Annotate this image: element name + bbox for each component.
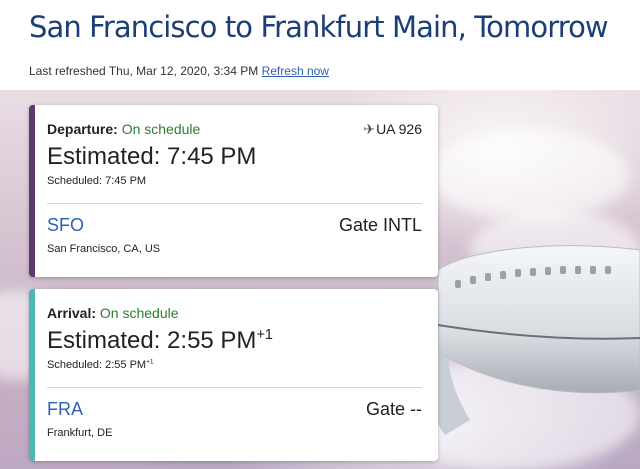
flight-number: ✈UA 926 [363, 121, 422, 138]
airplane-icon: ✈ [363, 121, 376, 137]
departure-city: San Francisco, CA, US [47, 243, 161, 255]
last-refreshed-text: Last refreshed Thu, Mar 12, 2020, 3:34 P… [29, 64, 259, 78]
arrival-estimated-text: Estimated: 2:55 PM [47, 327, 257, 354]
divider [47, 203, 422, 204]
arrival-status: Arrival: On schedule [47, 305, 179, 321]
arrival-city: Frankfurt, DE [47, 427, 113, 439]
arrival-estimated-day-offset: +1 [256, 327, 273, 343]
departure-status: Departure: On schedule [47, 121, 200, 137]
arrival-scheduled-text: Scheduled: 2:55 PM [47, 359, 147, 371]
arrival-status-value: On schedule [99, 305, 179, 321]
arrival-estimated: Estimated: 2:55 PM+1 [47, 327, 273, 355]
divider [47, 387, 422, 388]
page-header: San Francisco to Frankfurt Main, Tomorro… [0, 0, 640, 90]
departure-airport-code[interactable]: SFO [47, 215, 84, 236]
departure-card: Departure: On schedule ✈UA 926 Estimated… [29, 105, 438, 277]
page-title: San Francisco to Frankfurt Main, Tomorro… [29, 10, 609, 44]
arrival-card: Arrival: On schedule Estimated: 2:55 PM+… [29, 289, 438, 461]
arrival-status-label: Arrival: [47, 305, 97, 321]
departure-status-label: Departure: [47, 121, 118, 137]
departure-scheduled: Scheduled: 7:45 PM [47, 175, 147, 187]
last-refreshed: Last refreshed Thu, Mar 12, 2020, 3:34 P… [29, 64, 329, 78]
refresh-now-link[interactable]: Refresh now [262, 64, 329, 78]
departure-estimated: Estimated: 7:45 PM [47, 143, 257, 170]
arrival-gate: Gate -- [365, 399, 422, 419]
arrival-airport-code[interactable]: FRA [47, 399, 83, 420]
flight-number-text: UA 926 [376, 121, 422, 137]
arrival-scheduled: Scheduled: 2:55 PM+1 [47, 359, 154, 371]
departure-status-value: On schedule [121, 121, 201, 137]
departure-gate: Gate INTL [338, 215, 422, 235]
arrival-scheduled-day-offset: +1 [146, 358, 154, 366]
